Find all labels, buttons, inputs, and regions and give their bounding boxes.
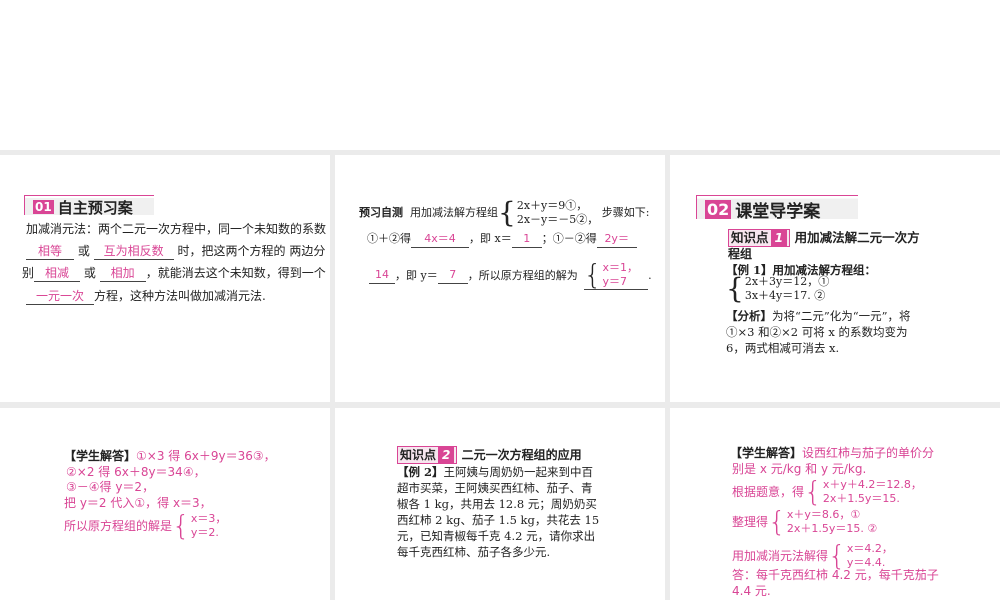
equation: 2x＋3y＝12，① — [744, 275, 830, 288]
equation-system: {x＋y＝8.6，① 2x＋1.5y＝15. ② — [768, 505, 878, 538]
answer-blank: 1 — [511, 231, 542, 248]
text: 时，把这两个方程的 两边分 — [177, 244, 326, 258]
equation: 2x＋y＝9①， — [516, 199, 588, 212]
text: ，即 y＝ — [395, 268, 438, 282]
answer-blank: 相减 — [34, 265, 81, 282]
text: ①×3 和②×2 可将 x 的系数均变为 — [726, 325, 908, 339]
section-number: 01 — [33, 200, 54, 214]
equation: x＝4.2， — [846, 542, 893, 555]
solution-system: {x＝3， y＝2. — [172, 509, 227, 542]
equation: x＝3， — [190, 512, 227, 525]
equation-system: {x＋y＋4.2＝12.8， 2x＋1.5y＝15. — [804, 475, 922, 508]
label: 【学生解答】 — [730, 446, 803, 460]
section-number: 02 — [705, 199, 732, 219]
answer-line: 所以原方程组的解是 — [64, 519, 173, 533]
label: 【学生解答】 — [64, 449, 137, 463]
section-title: 课堂导学案 — [735, 201, 821, 222]
label: 预习自测 — [359, 206, 403, 219]
text-line: 椒各 1 kg，共用去 12.8 元；周奶奶买 — [397, 497, 597, 511]
text: ①＋②得 — [367, 232, 411, 245]
text: 或 — [83, 266, 96, 280]
text-line: 王阿姨与周奶奶一起来到中百 — [443, 465, 594, 479]
answer-line: ①×3 得 6x＋9y＝36③， — [136, 449, 276, 463]
equation-system: {2x＋3y＝12，① 3x＋4y＝17. ② — [726, 272, 830, 305]
slide-student-answer-2[interactable]: 【学生解答】设西红柿与茄子的单价分 别是 x 元/kg 和 y 元/kg. 根据… — [670, 408, 1000, 600]
text-line: 西红柿 2 kg、茄子 1.5 kg，共花去 15 — [397, 513, 600, 527]
text: 别 — [22, 266, 35, 280]
section-title: 自主预习案 — [57, 198, 133, 217]
answer-line: 根据题意，得 — [732, 485, 805, 499]
text: 方程，这种方法叫做加减消元法. — [94, 289, 266, 303]
slide-example-2[interactable]: 知识点 2 二元一次方程组的应用 【例 2】王阿姨与周奶奶一起来到中百 超市买菜，… — [335, 408, 665, 600]
answer-blank: 2y＝ — [596, 231, 637, 248]
solution-system: {x＝4.2， y＝4.4. — [828, 539, 893, 572]
equation: 2x＋1.5y＝15. ② — [786, 522, 878, 535]
text: 二元一次方程组的应用 — [461, 448, 582, 462]
text: ；①－②得 — [541, 232, 597, 245]
answer-line: ③－④得 y＝2， — [66, 480, 155, 494]
slide-preview-study[interactable]: 01 自主预习案 加减消元法：两个二元一次方程中，同一个未知数的系数 相等 或 互… — [0, 155, 330, 402]
answer-line: 别是 x 元/kg 和 y 元/kg. — [732, 462, 867, 476]
equation: 2x＋1.5y＝15. — [822, 492, 900, 505]
equation: x＝1， — [602, 261, 639, 274]
text-line: 元，已知青椒每千克 4.2 元，请你求出 — [397, 529, 596, 543]
section-header: 01 自主预习案 — [24, 195, 154, 217]
number: 1 — [770, 230, 788, 246]
answer-line: 4.4 元. — [732, 584, 771, 598]
label: 【例 2】 — [397, 465, 444, 479]
answer-blank: 一元一次 — [26, 288, 94, 305]
label: 【分析】 — [726, 309, 772, 323]
equation: 3x＋4y＝17. ② — [744, 289, 826, 302]
text-line: 每千克西红柿、茄子各多少元. — [397, 545, 551, 559]
knowledge-point-badge: 知识点 2 — [397, 446, 458, 464]
slide-self-test[interactable]: 预习自测 用加减法解方程组 {2x＋y＝9①， 2x－y＝－5②， 步骤如下: ①… — [335, 155, 665, 402]
equation: 2x－y＝－5②， — [516, 213, 599, 226]
text-line: 加减消元法：两个二元一次方程中，同一个未知数的系数 — [26, 222, 327, 236]
text-line: 超市买菜，王阿姨买西红柿、茄子、青 — [397, 481, 593, 495]
answer-blank: 7 — [437, 267, 468, 284]
slide-student-answer-1[interactable]: 【学生解答】①×3 得 6x＋9y＝36③， ②×2 得 6x＋8y＝34④， … — [0, 408, 330, 600]
section-header: 02 课堂导学案 — [696, 195, 858, 222]
text: 用加减法解方程组 — [410, 206, 498, 219]
slide-classroom-guide[interactable]: 02 课堂导学案 知识点 1 用加减法解二元一次方 程组 【例 1】用加减法解方程组… — [670, 155, 1000, 402]
answer-line: 用加减消元法解得 — [732, 549, 829, 563]
text: ，所以原方程组的解为 — [467, 268, 578, 282]
text: 6，两式相减可消去 x. — [726, 341, 840, 355]
answer-line: 整理得 — [732, 515, 769, 529]
text: 程组 — [728, 247, 753, 261]
answer-line: ②×2 得 6x＋8y＝34④， — [66, 465, 206, 479]
answer-line: 答：每千克西红柿 4.2 元，每千克茄子 — [732, 568, 939, 582]
answer-blank: {x＝1， y＝7 — [583, 261, 649, 290]
equation: x＋y＝8.6，① — [786, 508, 861, 521]
answer-blank: 相加 — [99, 265, 146, 282]
text: . — [648, 268, 652, 282]
answer-line: 设西红柿与茄子的单价分 — [802, 446, 935, 460]
equation-system: {2x＋y＝9①， 2x－y＝－5②， — [498, 196, 599, 229]
equation: y＝2. — [190, 526, 219, 539]
answer-blank: 14 — [369, 267, 395, 284]
text: 知识点 — [731, 230, 769, 245]
answer-blank: 互为相反数 — [93, 243, 174, 260]
text: 知识点 — [400, 448, 437, 462]
text: 用加减法解二元一次方 — [794, 230, 920, 245]
text: 为将“二元”化为“一元”，将 — [772, 309, 911, 323]
equation: y＝7 — [602, 275, 628, 288]
number: 2 — [438, 447, 455, 463]
knowledge-point-badge: 知识点 1 — [728, 229, 791, 247]
equation: x＋y＋4.2＝12.8， — [822, 478, 922, 491]
answer-blank: 4x＝4 — [411, 231, 469, 248]
text: ，即 x＝ — [469, 232, 512, 245]
text: ，就能消去这个未知数，得到一个 — [145, 266, 326, 280]
answer-blank: 相等 — [26, 243, 74, 260]
text: 或 — [77, 244, 90, 258]
text: 步骤如下: — [601, 206, 650, 219]
